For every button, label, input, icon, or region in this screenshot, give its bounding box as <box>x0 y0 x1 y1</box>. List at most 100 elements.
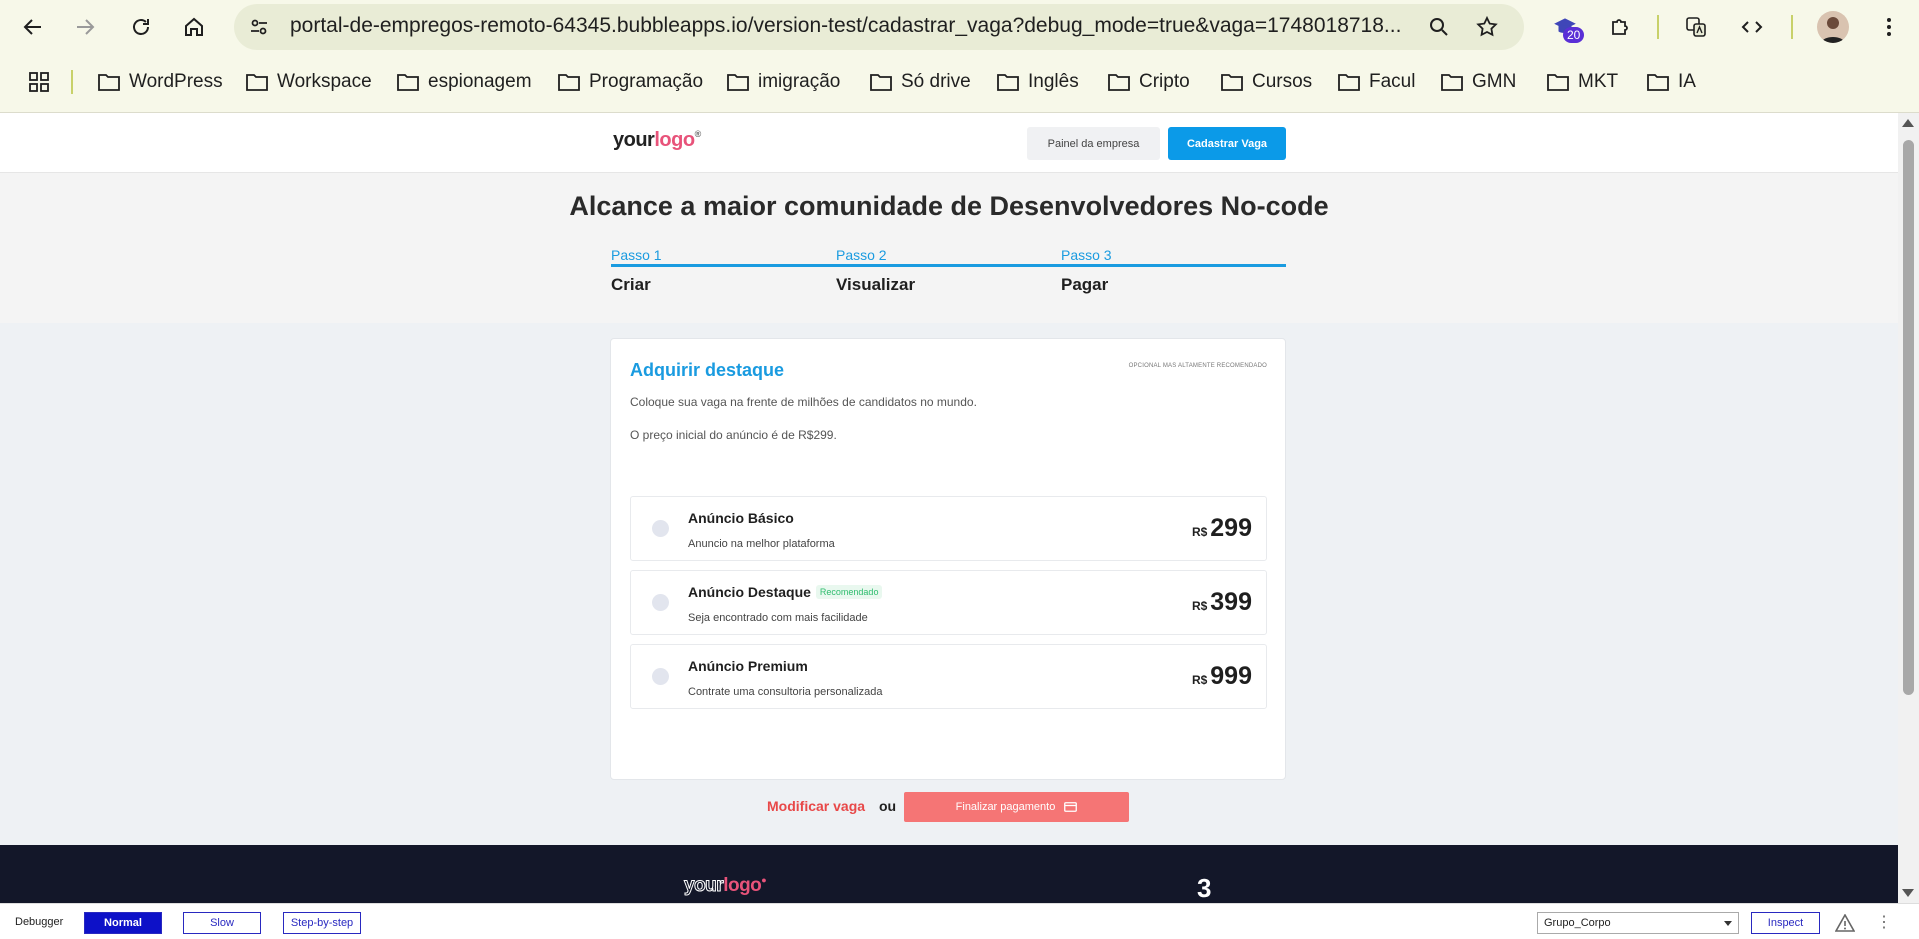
reload-icon[interactable] <box>126 12 156 42</box>
step-2: Passo 2 Visualizar <box>836 247 1061 295</box>
back-icon[interactable] <box>18 12 48 42</box>
step-name: Pagar <box>1061 275 1109 294</box>
company-panel-button[interactable]: Painel da empresa <box>1027 127 1160 160</box>
extensions-puzzle-icon[interactable] <box>1605 12 1635 42</box>
plan-subtitle: Seja encontrado com mais facilidade <box>688 612 868 624</box>
price-value: 299 <box>1210 514 1252 542</box>
scroll-up-arrow-icon[interactable] <box>1902 119 1914 127</box>
plan-title: Anúncio Premium <box>688 658 808 674</box>
currency: R$ <box>1191 525 1208 539</box>
toolbar-divider <box>1657 15 1659 39</box>
footer-logo: yourlogo● <box>683 875 767 897</box>
folder-icon <box>1547 74 1569 91</box>
highlight-card: Adquirir destaque OPCIONAL MAS ALTAMENTE… <box>610 338 1286 780</box>
apps-grid-icon[interactable] <box>24 67 54 97</box>
price-note: O preço inicial do anúncio é de R$299. <box>630 428 837 442</box>
debugger-bar: Debugger Normal Slow Step-by-step Grupo_… <box>0 903 1919 939</box>
warning-icon[interactable] <box>1835 914 1855 932</box>
bookmark-folder-cripto[interactable]: Cripto <box>1107 64 1190 100</box>
home-icon[interactable] <box>179 12 209 42</box>
plan-option-basic[interactable]: Anúncio Básico Anuncio na melhor platafo… <box>630 496 1267 561</box>
plan-option-premium[interactable]: Anúncio Premium Contrate uma consultoria… <box>630 644 1267 709</box>
page-viewport: yourlogo® Painel da empresa Cadastrar Va… <box>0 113 1898 903</box>
url-text: portal-de-empregos-remoto-64345.bubbleap… <box>290 14 1402 37</box>
inspect-button[interactable]: Inspect <box>1751 912 1820 934</box>
profile-avatar[interactable] <box>1817 11 1849 43</box>
chevron-down-icon <box>1724 921 1732 926</box>
bookmark-folder-ingles[interactable]: Inglês <box>996 64 1079 100</box>
bookmark-star-icon[interactable] <box>1472 12 1502 42</box>
bookmarks-bar: WordPress Workspace espionagem Programaç… <box>0 64 1919 100</box>
element-select[interactable]: Grupo_Corpo <box>1537 912 1739 934</box>
plan-radio[interactable] <box>652 520 669 537</box>
action-row: Modificar vaga ou Finalizar pagamento <box>0 791 1898 822</box>
folder-icon <box>1108 74 1130 91</box>
price-value: 999 <box>1210 662 1252 690</box>
plan-option-highlight[interactable]: Anúncio Destaque Recomendado Seja encontr… <box>630 570 1267 635</box>
forward-icon[interactable] <box>70 12 100 42</box>
extension-icon[interactable]: 20 <box>1548 10 1585 44</box>
finish-payment-button[interactable]: Finalizar pagamento <box>904 792 1129 822</box>
browser-toolbar: portal-de-empregos-remoto-64345.bubbleap… <box>0 0 1919 54</box>
menu-kebab-icon[interactable] <box>1874 12 1904 42</box>
step-label: Passo 1 <box>611 247 662 263</box>
or-text: ou <box>879 798 897 814</box>
site-footer: yourlogo● 3 <box>0 845 1898 903</box>
page-scrollbar[interactable] <box>1898 113 1919 903</box>
step-3: Passo 3 Pagar <box>1061 247 1286 295</box>
plan-title-row: Anúncio Destaque Recomendado <box>688 584 883 600</box>
folder-icon <box>870 74 892 91</box>
scroll-thumb[interactable] <box>1903 140 1914 695</box>
optional-tag: OPCIONAL MAS ALTAMENTE RECOMENDADO <box>1128 363 1267 369</box>
extension-badge: 20 <box>1563 27 1585 43</box>
modify-job-link[interactable]: Modificar vaga <box>767 798 865 814</box>
card-title: Adquirir destaque <box>630 360 785 380</box>
browser-chrome: portal-de-empregos-remoto-64345.bubbleap… <box>0 0 1919 113</box>
bookmark-folder-cursos[interactable]: Cursos <box>1220 64 1312 100</box>
bookmark-folder-programacao[interactable]: Programação <box>557 64 703 100</box>
site-logo[interactable]: yourlogo® <box>613 129 701 152</box>
currency: R$ <box>1191 599 1208 613</box>
card-description: Coloque sua vaga na frente de milhões de… <box>630 395 977 409</box>
bookmark-folder-espionagem[interactable]: espionagem <box>396 64 532 100</box>
plan-title: Anúncio Básico <box>688 510 794 526</box>
zoom-icon[interactable] <box>1424 12 1454 42</box>
debug-step-button[interactable]: Step-by-step <box>283 912 361 934</box>
bookmark-folder-facul[interactable]: Facul <box>1337 64 1415 100</box>
plan-radio[interactable] <box>652 668 669 685</box>
post-job-button[interactable]: Cadastrar Vaga <box>1168 127 1286 160</box>
bookmark-folder-mkt[interactable]: MKT <box>1546 64 1618 100</box>
step-label: Passo 3 <box>1061 247 1112 263</box>
devtools-code-icon[interactable] <box>1737 12 1767 42</box>
debugger-more-icon[interactable]: ⋮ <box>1876 912 1892 932</box>
folder-icon <box>997 74 1019 91</box>
toolbar-divider <box>1791 15 1793 39</box>
bookmark-folder-workspace[interactable]: Workspace <box>245 64 372 100</box>
scroll-down-arrow-icon[interactable] <box>1902 889 1914 897</box>
bookmark-folder-so-drive[interactable]: Só drive <box>869 64 971 100</box>
debugger-label: Debugger <box>15 916 64 928</box>
folder-icon <box>98 74 120 91</box>
bookmark-folder-imigracao[interactable]: imigração <box>726 64 840 100</box>
step-progress-bar <box>836 264 1061 267</box>
step-name: Visualizar <box>836 275 916 294</box>
folder-icon <box>246 74 268 91</box>
currency: R$ <box>1191 673 1208 687</box>
folder-icon <box>1441 74 1463 91</box>
bookmark-folder-wordpress[interactable]: WordPress <box>97 64 223 100</box>
translate-icon[interactable] <box>1681 12 1711 42</box>
plan-price: R$ 999 <box>1192 662 1252 691</box>
plan-subtitle: Anuncio na melhor plataforma <box>688 538 835 550</box>
step-progress-bar <box>611 264 836 267</box>
folder-icon <box>1647 74 1669 91</box>
bookmark-folder-ia[interactable]: IA <box>1646 64 1696 100</box>
folder-icon <box>558 74 580 91</box>
plan-radio[interactable] <box>652 594 669 611</box>
plan-title: Anúncio Destaque <box>688 584 811 600</box>
debug-slow-button[interactable]: Slow <box>183 912 261 934</box>
debug-normal-button[interactable]: Normal <box>84 912 162 934</box>
site-settings-icon[interactable] <box>244 12 274 42</box>
site-header: yourlogo® Painel da empresa Cadastrar Va… <box>0 113 1898 173</box>
bookmark-folder-gmn[interactable]: GMN <box>1440 64 1516 100</box>
step-label: Passo 2 <box>836 247 887 263</box>
